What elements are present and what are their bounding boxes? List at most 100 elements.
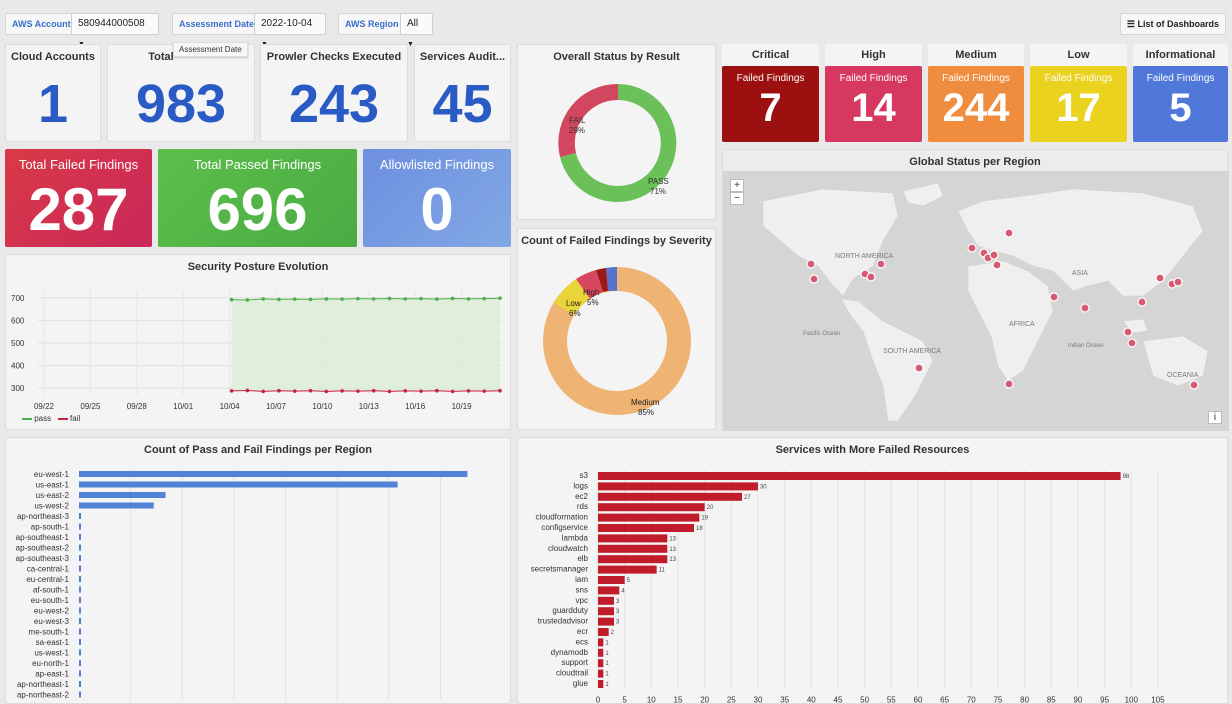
region-bar xyxy=(79,618,81,624)
service-label: support xyxy=(561,658,588,667)
allowlisted-findings-value: 0 xyxy=(420,176,454,243)
region-label: ca-central-1 xyxy=(27,565,70,574)
map-label-indian-ocean: Indian Ocean xyxy=(1068,343,1104,349)
fail-point xyxy=(292,389,297,393)
passed-findings-panel: Total Passed Findings 696 xyxy=(158,149,357,247)
region-bar xyxy=(79,502,154,509)
x-tick-label: 95 xyxy=(1100,695,1109,704)
service-bar xyxy=(598,472,1121,480)
x-tick-label: 10 xyxy=(647,695,656,704)
service-bar xyxy=(598,648,604,657)
map-marker[interactable] xyxy=(992,260,1002,270)
map-info-icon[interactable]: i xyxy=(1208,411,1222,424)
map-zoom-in-button[interactable]: + xyxy=(730,179,744,192)
x-tick-label: 10/04 xyxy=(220,402,241,411)
total-panel: Total 983 xyxy=(107,44,255,142)
map-zoom-out-button[interactable]: − xyxy=(730,192,744,205)
y-tick-label: 400 xyxy=(11,362,25,371)
map-label-south-america: SOUTH AMERICA xyxy=(883,348,941,355)
pass-point xyxy=(245,298,250,302)
region-label: us-west-1 xyxy=(34,649,69,658)
service-bar xyxy=(598,492,742,501)
y-tick-label: 500 xyxy=(11,339,25,348)
allowlisted-findings-title: Allowlisted Findings xyxy=(379,157,495,172)
region-bar xyxy=(79,471,468,477)
aws-account-select[interactable]: 580944000508 ▼ xyxy=(71,13,159,48)
high-pct: 5% xyxy=(587,298,599,307)
service-label: cloudtrail xyxy=(556,669,588,678)
checks-title: Prowler Checks Executed xyxy=(266,51,402,63)
fail-point xyxy=(245,388,250,393)
severity-tile-value: 14 xyxy=(851,86,896,130)
fail-point xyxy=(403,389,408,393)
pass-point xyxy=(419,296,423,301)
service-label: ec2 xyxy=(575,492,588,501)
medium-pct: 85% xyxy=(638,408,654,417)
fail-slice xyxy=(558,83,618,157)
assessment-date-select[interactable]: 2022-10-04 ▼ xyxy=(254,13,326,48)
map-marker[interactable] xyxy=(1049,292,1059,302)
fail-point xyxy=(482,389,487,393)
map-marker[interactable] xyxy=(1004,379,1014,389)
pass-point xyxy=(435,297,439,301)
map-label-oceania: OCEANIA xyxy=(1167,372,1199,379)
service-value-label: 1 xyxy=(605,651,609,657)
map-marker[interactable] xyxy=(1127,338,1137,348)
x-tick-label: 60 xyxy=(914,695,923,704)
service-bar xyxy=(598,534,668,543)
service-value-label: 3 xyxy=(616,599,620,605)
x-tick-label: 0 xyxy=(596,695,601,704)
aws-account-value: 580944000508 xyxy=(78,18,145,29)
service-label: s3 xyxy=(580,471,589,480)
x-tick-label: 75 xyxy=(993,695,1002,704)
checks-panel: Prowler Checks Executed 243 xyxy=(260,44,408,142)
severity-tile: Failed Findings 17 xyxy=(1030,66,1127,142)
severity-tile-value: 7 xyxy=(759,86,782,130)
posture-legend: pass fail xyxy=(22,414,80,423)
map-marker[interactable] xyxy=(967,243,977,253)
list-of-dashboards-button[interactable]: ☰ List of Dashboards xyxy=(1119,13,1226,35)
region-bar xyxy=(79,481,398,488)
fail-point xyxy=(324,389,329,394)
x-tick-label: 20 xyxy=(700,695,709,704)
severity-header: Medium xyxy=(928,44,1024,66)
service-bar xyxy=(598,680,604,688)
map-marker[interactable] xyxy=(809,274,819,284)
region-label: ap-east-1 xyxy=(35,670,69,679)
map-marker[interactable] xyxy=(866,272,876,282)
service-label: trustedadvisor xyxy=(538,617,589,626)
map-marker[interactable] xyxy=(1137,297,1147,307)
severity-tile-label: Failed Findings xyxy=(1146,73,1215,84)
service-bar xyxy=(598,565,657,574)
map-marker[interactable] xyxy=(876,259,886,269)
map-marker[interactable] xyxy=(1173,277,1183,287)
x-tick-label: 70 xyxy=(967,695,976,704)
region-bar xyxy=(79,691,81,698)
service-value-label: 20 xyxy=(707,505,714,511)
severity-header: High xyxy=(825,44,922,66)
pass-point xyxy=(498,296,502,301)
service-label: ecs xyxy=(576,637,588,646)
map-marker[interactable] xyxy=(1004,228,1014,238)
aws-region-select[interactable]: All ▼ xyxy=(400,13,433,48)
service-label: cloudformation xyxy=(536,513,588,522)
pass-point xyxy=(403,297,408,301)
service-label: dynamodb xyxy=(551,648,589,657)
map-panel: Global Status per Region NORTH AMERICA A… xyxy=(722,149,1229,431)
map-marker[interactable] xyxy=(914,363,924,373)
service-bar xyxy=(598,638,604,647)
chevron-down-icon: ▼ xyxy=(407,41,414,48)
map-marker[interactable] xyxy=(1123,327,1133,337)
x-tick-label: 65 xyxy=(940,695,949,704)
x-tick-label: 25 xyxy=(727,695,736,704)
severity-tile: Failed Findings 14 xyxy=(825,66,922,142)
severity-header: Low xyxy=(1030,44,1127,66)
map-marker[interactable] xyxy=(806,259,816,269)
map-marker[interactable] xyxy=(1155,273,1165,283)
region-label: eu-north-1 xyxy=(32,659,69,668)
fail-pct: 29% xyxy=(569,126,585,135)
map-marker[interactable] xyxy=(1189,380,1199,390)
map-marker[interactable] xyxy=(1080,303,1090,313)
map-marker[interactable] xyxy=(989,250,999,260)
severity-tile-label: Failed Findings xyxy=(736,73,805,84)
